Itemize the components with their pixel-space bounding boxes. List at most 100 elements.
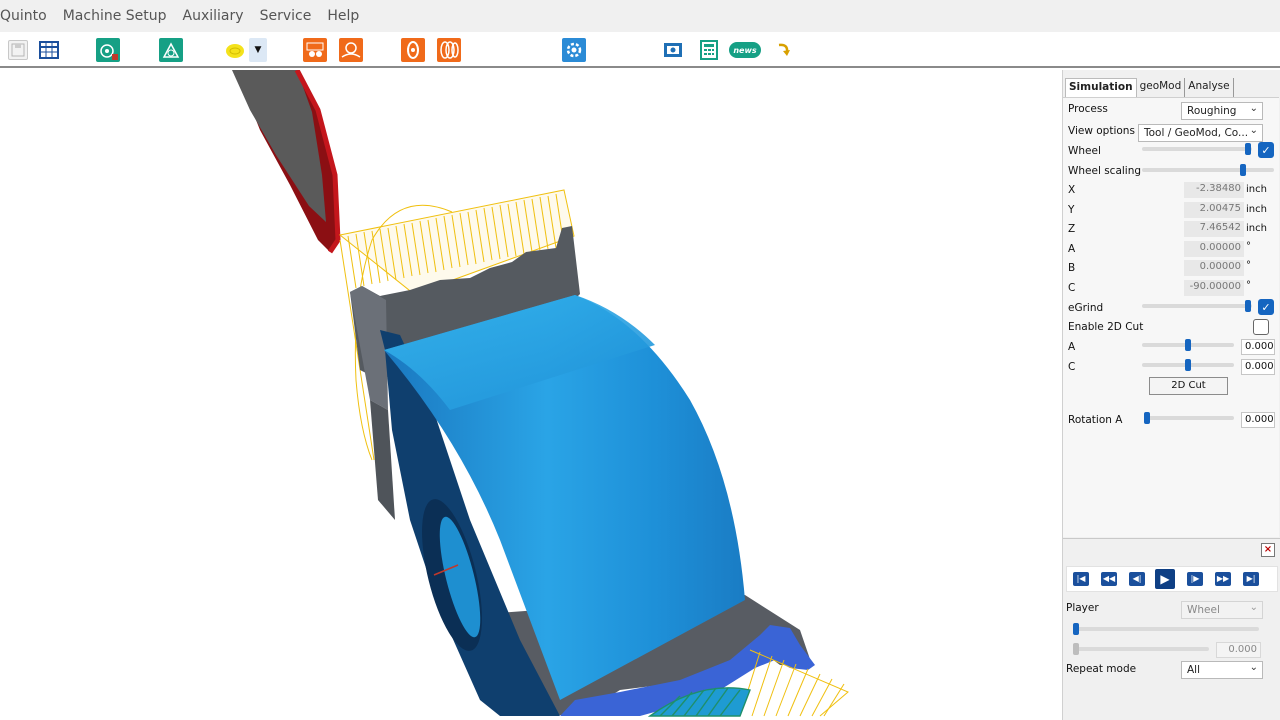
coord-y-label: Y: [1068, 204, 1075, 216]
rewind-icon[interactable]: ◀◀: [1101, 572, 1117, 586]
tab-analyse[interactable]: Analyse: [1185, 78, 1234, 97]
cut-a-value[interactable]: 0.000: [1241, 339, 1275, 355]
process-select[interactable]: Roughing ⌄: [1181, 102, 1263, 120]
view-options-select[interactable]: Tool / GeoMod, Co... ⌄: [1138, 124, 1263, 142]
tab-simulation[interactable]: Simulation: [1065, 78, 1137, 97]
menu-quinto[interactable]: Quinto: [0, 8, 55, 24]
calculator-icon[interactable]: [697, 38, 721, 62]
menu-service[interactable]: Service: [252, 8, 320, 24]
3d-viewport[interactable]: [0, 70, 1062, 720]
quinto-window: Quinto Machine Setup Auxiliary Service H…: [0, 0, 1280, 720]
manual-icon[interactable]: [661, 38, 685, 62]
menu-bar: Quinto Machine Setup Auxiliary Service H…: [0, 0, 1280, 32]
coord-c-label: C: [1068, 282, 1076, 294]
wheel-checkbox[interactable]: ✓: [1258, 142, 1274, 158]
slider-thumb[interactable]: [1073, 643, 1079, 655]
slider-thumb[interactable]: [1185, 339, 1191, 351]
cut-a-slider[interactable]: [1142, 339, 1234, 351]
menu-auxiliary[interactable]: Auxiliary: [175, 8, 252, 24]
egrind-checkbox[interactable]: ✓: [1258, 299, 1274, 315]
simulation-pane: Process Roughing ⌄ View options Tool / G…: [1063, 97, 1279, 537]
cut-a-label: A: [1068, 341, 1076, 353]
side-panel: Simulation geoMod Analyse Process Roughi…: [1062, 70, 1280, 720]
cut-c-label: C: [1068, 361, 1076, 373]
cut-c-value[interactable]: 0.000: [1241, 359, 1275, 375]
refresh-icon[interactable]: [771, 38, 795, 62]
fast-forward-icon[interactable]: ▶▶: [1215, 572, 1231, 586]
menu-help[interactable]: Help: [319, 8, 367, 24]
coord-c-unit: °: [1246, 280, 1251, 291]
2d-cut-button[interactable]: 2D Cut: [1149, 377, 1228, 395]
wheel-slider[interactable]: [1142, 143, 1252, 155]
coord-b-value: 0.00000: [1184, 260, 1244, 276]
repeat-mode-value: All: [1187, 664, 1201, 676]
play-icon[interactable]: ▶: [1155, 569, 1175, 589]
panel-tabs: Simulation geoMod Analyse: [1065, 78, 1234, 97]
rotation-a-label: Rotation A: [1068, 414, 1123, 426]
coolant-icon[interactable]: [223, 38, 247, 62]
wheel-stack-icon[interactable]: [437, 38, 461, 62]
slider-thumb[interactable]: [1073, 623, 1079, 635]
player-label: Player: [1066, 602, 1099, 614]
enable-2d-cut-label: Enable 2D Cut: [1068, 321, 1144, 333]
step-back-icon[interactable]: ◀|: [1129, 572, 1145, 586]
save-icon[interactable]: [8, 40, 28, 60]
player-controls: |◀ ◀◀ ◀| ▶ |▶ ▶▶ ▶|: [1066, 566, 1278, 592]
first-icon[interactable]: |◀: [1073, 572, 1089, 586]
menu-machine-setup[interactable]: Machine Setup: [55, 8, 175, 24]
cut-c-slider[interactable]: [1142, 359, 1234, 371]
coord-z-label: Z: [1068, 223, 1076, 235]
player-select[interactable]: Wheel ⌄: [1181, 601, 1263, 619]
repeat-mode-label: Repeat mode: [1066, 663, 1137, 675]
coord-x-unit: inch: [1246, 184, 1267, 195]
coord-a-unit: °: [1246, 241, 1251, 252]
news-icon[interactable]: news: [729, 42, 761, 58]
egrind-label: eGrind: [1068, 302, 1104, 314]
wheel-icon[interactable]: [401, 38, 425, 62]
simulation-scene[interactable]: [0, 70, 1062, 720]
last-icon[interactable]: ▶|: [1243, 572, 1259, 586]
slider-thumb[interactable]: [1144, 412, 1150, 424]
player-value: Wheel: [1187, 604, 1220, 616]
wheel-scaling-slider[interactable]: [1142, 164, 1274, 176]
chevron-down-icon: ⌄: [1249, 602, 1258, 613]
toolbar: ▼ news: [0, 32, 1280, 68]
egrind-slider[interactable]: [1142, 300, 1252, 312]
process-label: Process: [1068, 103, 1108, 115]
grind-path-icon[interactable]: [339, 38, 363, 62]
repeat-mode-select[interactable]: All ⌄: [1181, 661, 1263, 679]
process-value: Roughing: [1187, 105, 1237, 117]
coord-a-value: 0.00000: [1184, 241, 1244, 257]
slider-thumb[interactable]: [1245, 143, 1251, 155]
view-options-value: Tool / GeoMod, Co...: [1144, 127, 1249, 139]
player-speed-slider[interactable]: [1073, 643, 1209, 655]
coord-y-value: 2.00475: [1184, 202, 1244, 218]
grind-icon[interactable]: [303, 38, 327, 62]
wheel-scaling-label: Wheel scaling: [1068, 165, 1142, 177]
coord-z-value: 7.46542: [1184, 221, 1244, 237]
player-position-slider[interactable]: [1073, 623, 1259, 635]
wheel-setup-icon[interactable]: [96, 38, 120, 62]
wheel-label: Wheel: [1068, 145, 1101, 157]
slider-thumb[interactable]: [1185, 359, 1191, 371]
close-icon[interactable]: ×: [1261, 543, 1275, 557]
table-icon[interactable]: [37, 38, 61, 62]
enable-2d-cut-checkbox[interactable]: [1253, 319, 1269, 335]
dropdown-arrow-icon[interactable]: ▼: [249, 38, 267, 62]
slider-thumb[interactable]: [1240, 164, 1246, 176]
tab-geomod[interactable]: geoMod: [1136, 78, 1186, 97]
rotation-a-slider[interactable]: [1144, 412, 1234, 424]
rotation-a-value[interactable]: 0.000: [1241, 412, 1275, 428]
chevron-down-icon: ⌄: [1249, 662, 1258, 673]
settings-icon[interactable]: [562, 38, 586, 62]
coord-x-label: X: [1068, 184, 1076, 196]
step-forward-icon[interactable]: |▶: [1187, 572, 1203, 586]
view-options-label: View options: [1068, 125, 1135, 137]
player-position-value[interactable]: 0.000: [1216, 642, 1261, 658]
coord-c-value: -90.00000: [1184, 280, 1244, 296]
slider-thumb[interactable]: [1245, 300, 1251, 312]
player-panel: × |◀ ◀◀ ◀| ▶ |▶ ▶▶ ▶| Player Wheel ⌄ 0.0: [1063, 538, 1280, 720]
coord-b-unit: °: [1246, 260, 1251, 271]
measure-icon[interactable]: [159, 38, 183, 62]
chevron-down-icon: ⌄: [1249, 125, 1258, 136]
